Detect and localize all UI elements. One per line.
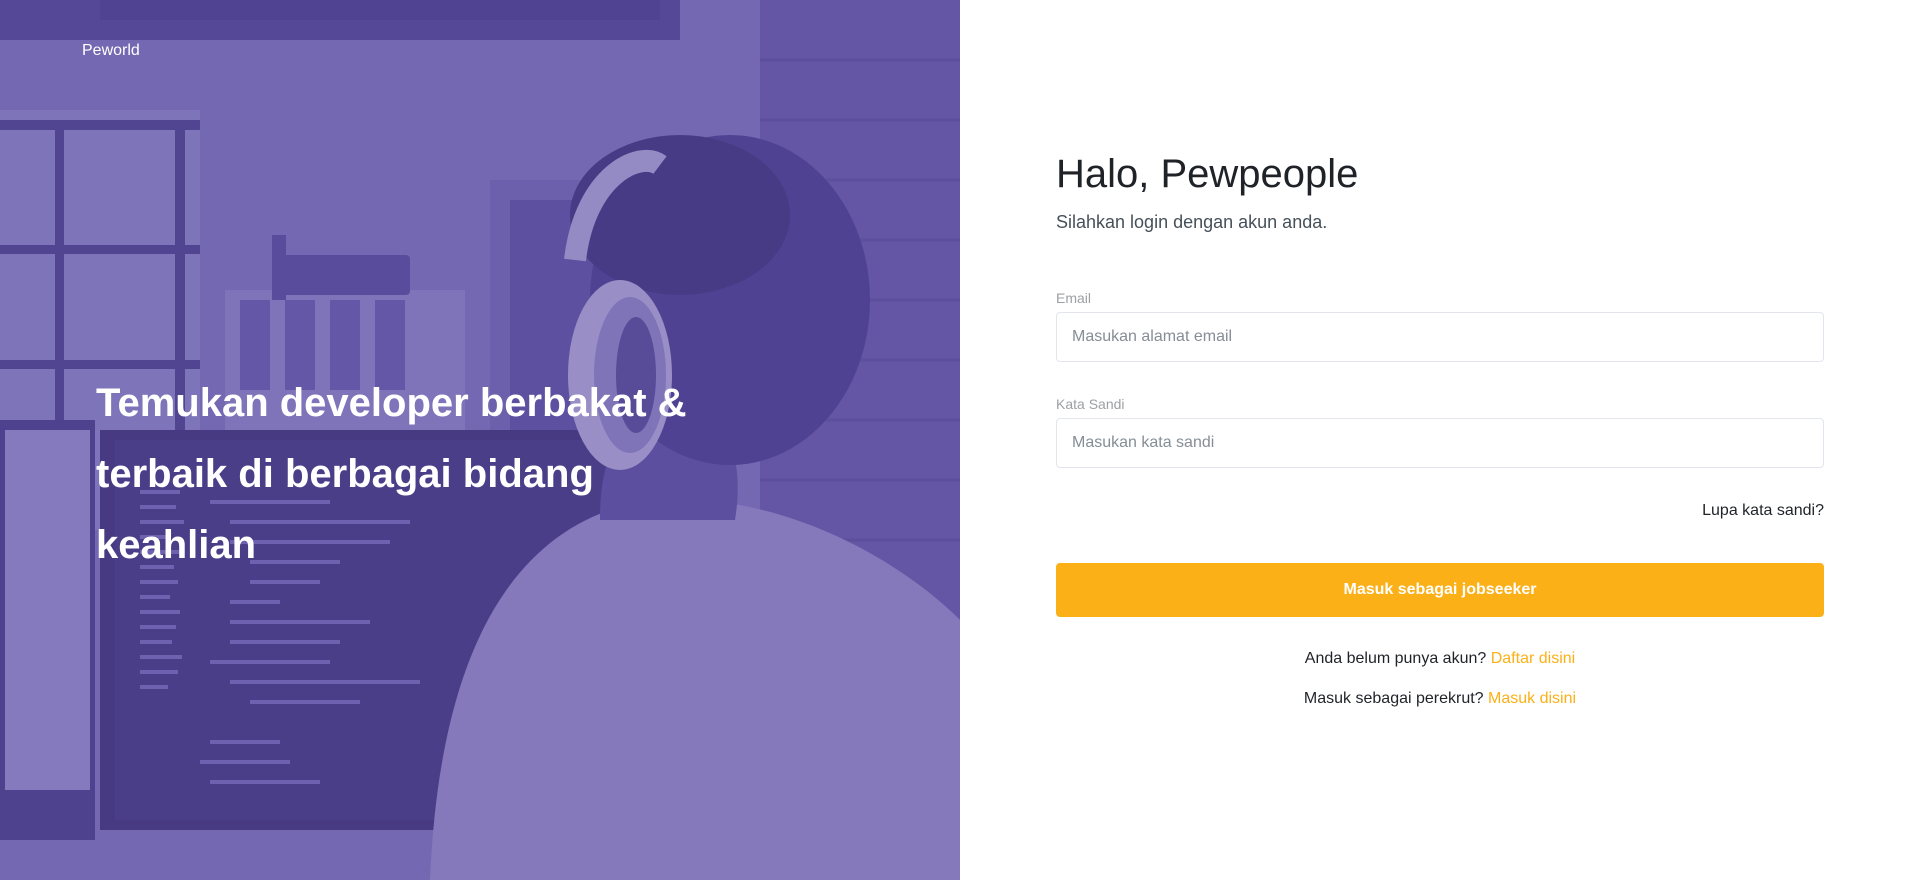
hero-headline: Temukan developer berbakat & terbaik di … xyxy=(96,381,687,567)
email-label: Email xyxy=(1056,290,1092,306)
password-label: Kata Sandi xyxy=(1056,396,1125,412)
email-field[interactable] xyxy=(1056,312,1824,362)
register-prompt-text: Anda belum punya akun? xyxy=(1304,650,1487,667)
register-prompt-line: Anda belum punya akun? Daftar disini xyxy=(1056,650,1824,668)
login-panel: Halo, Pewpeople Silahkan login dengan ak… xyxy=(960,0,1920,880)
forgot-password-link[interactable]: Lupa kata sandi? xyxy=(1702,502,1824,520)
recruiter-prompt-text: Masuk sebagai perekrut? xyxy=(1303,690,1484,707)
page-title: Halo, Pewpeople xyxy=(1056,152,1359,196)
recruiter-login-link[interactable]: Masuk disini xyxy=(1488,690,1576,707)
brand-logo[interactable]: Peworld xyxy=(82,42,140,60)
password-field[interactable] xyxy=(1056,418,1824,468)
login-jobseeker-button[interactable]: Masuk sebagai jobseeker xyxy=(1056,563,1824,617)
hero-panel: Peworld Temukan developer berbakat & ter… xyxy=(0,0,960,880)
page-subtitle: Silahkan login dengan akun anda. xyxy=(1056,212,1328,232)
recruiter-prompt-line: Masuk sebagai perekrut? Masuk disini xyxy=(1056,690,1824,708)
register-link[interactable]: Daftar disini xyxy=(1491,650,1575,667)
